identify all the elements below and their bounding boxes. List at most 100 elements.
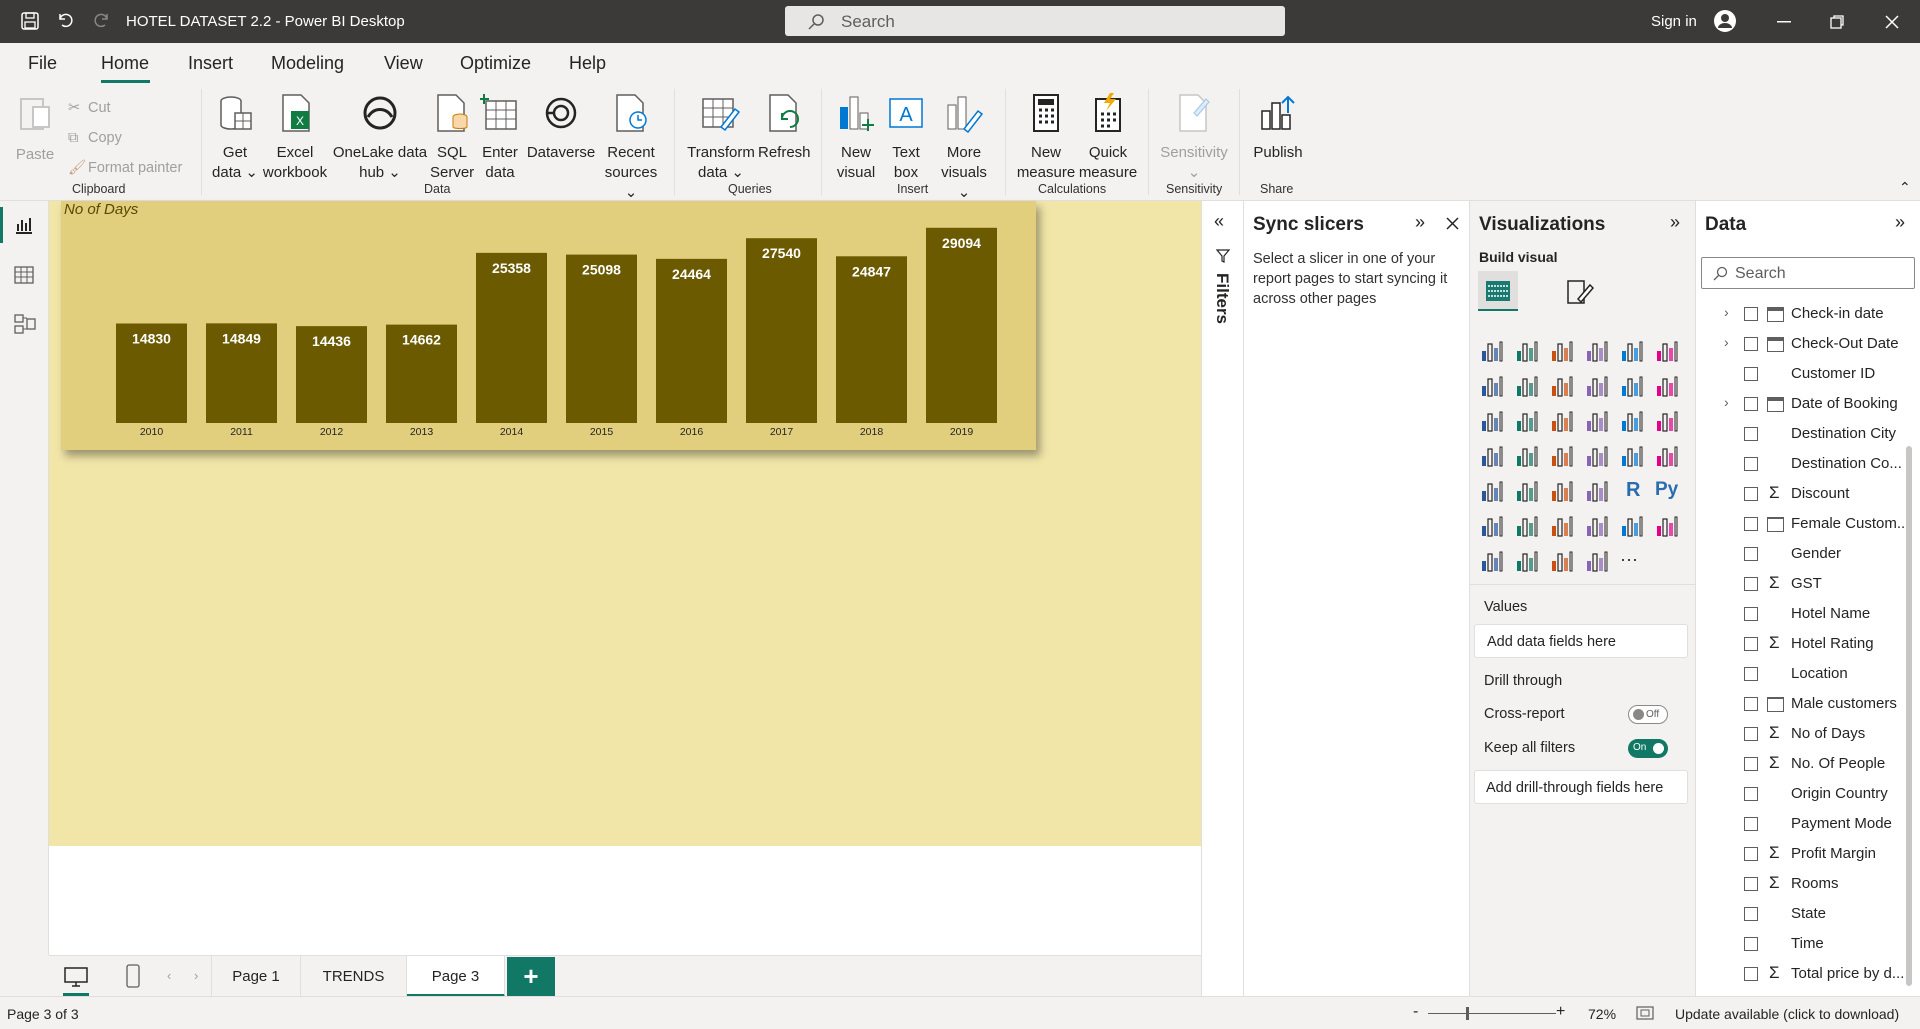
account-icon[interactable] [1713,9,1737,33]
menu-modeling[interactable]: Modeling [271,53,344,74]
key-influencers-icon[interactable] [1480,514,1506,540]
field-item[interactable]: Location [1696,659,1916,689]
bar-chart-visual[interactable]: No of Days 14830 2010 14849 2011 14436 2012 14… [61,201,1036,450]
field-item[interactable]: State [1696,899,1916,929]
zoom-level[interactable]: 72% [1588,1006,1616,1022]
100-column-icon[interactable] [1655,339,1681,365]
metrics-icon[interactable] [1620,514,1646,540]
field-checkbox[interactable] [1744,457,1758,471]
filled-map-icon[interactable] [1515,444,1541,470]
field-checkbox[interactable] [1744,397,1758,411]
line-column-icon[interactable] [1585,374,1611,400]
bar-2019[interactable] [926,227,997,423]
page-tab-trends[interactable]: TRENDS [301,956,407,997]
field-item[interactable]: Origin Country [1696,779,1916,809]
paste-button[interactable]: Paste [14,93,56,165]
desktop-layout-icon[interactable] [64,967,88,987]
field-checkbox[interactable] [1744,877,1758,891]
page-tab-page-1[interactable]: Page 1 [211,956,301,997]
line-icon[interactable] [1480,374,1506,400]
field-item[interactable]: Female Custom... [1696,509,1916,539]
field-item[interactable]: Time [1696,929,1916,959]
add-data-fields-well[interactable]: Add data fields here [1474,624,1688,658]
field-item[interactable]: › Date of Booking [1696,389,1916,419]
card-icon[interactable] [1620,444,1646,470]
field-checkbox[interactable] [1744,727,1758,741]
report-view-icon[interactable] [14,215,34,235]
menu-home[interactable]: Home [101,53,149,74]
100-bar-icon[interactable] [1620,339,1646,365]
smart-narrative-icon[interactable] [1585,514,1611,540]
add-drill-through-well[interactable]: Add drill-through fields here [1474,770,1688,804]
new-visual-button[interactable]: New visual [834,93,878,183]
sensitivity-button[interactable]: Sensitivity ⌄ [1158,93,1230,183]
treemap-icon[interactable] [1655,409,1681,435]
data-pane-scrollbar[interactable] [1906,446,1912,986]
undo-icon[interactable] [56,11,74,29]
expand-chevron-icon[interactable]: › [1724,394,1729,410]
field-item[interactable]: Destination Co... [1696,449,1916,479]
model-view-icon[interactable] [14,313,36,335]
waterfall-icon[interactable] [1480,409,1506,435]
quick-measure-button[interactable]: Quick measure [1078,93,1138,183]
text-box-button[interactable]: A Text box [884,93,928,183]
line-clustered-icon[interactable] [1620,374,1646,400]
field-checkbox[interactable] [1744,787,1758,801]
area-icon[interactable] [1515,374,1541,400]
close-sync-icon[interactable] [1446,217,1459,230]
field-checkbox[interactable] [1744,427,1758,441]
page-tab-page-3[interactable]: Page 3 [407,956,505,997]
field-item[interactable]: Male customers [1696,689,1916,719]
power-automate-icon[interactable] [1515,549,1541,575]
prev-page-icon[interactable]: ‹ [167,968,171,983]
expand-chevron-icon[interactable]: › [1724,304,1729,320]
pie-icon[interactable] [1585,409,1611,435]
more-visuals-button[interactable]: More visuals ⌄ [934,93,994,203]
format-painter-button[interactable]: 🖌 Format painter [68,153,182,183]
format-visual-icon[interactable] [1564,277,1594,307]
stacked-bar-icon[interactable] [1480,339,1506,365]
dataverse-button[interactable]: Dataverse [526,93,596,163]
azure-map-icon[interactable] [1550,444,1576,470]
collapse-sync-icon[interactable]: » [1415,212,1425,233]
python-visual-icon[interactable]: Py [1655,479,1681,505]
scatter-icon[interactable] [1550,409,1576,435]
table-icon[interactable] [1550,479,1576,505]
enter-data-button[interactable]: Enter data [478,93,522,183]
field-checkbox[interactable] [1744,937,1758,951]
field-item[interactable]: Hotel Name [1696,599,1916,629]
field-item[interactable]: › Check-Out Date [1696,329,1916,359]
menu-insert[interactable]: Insert [188,53,233,74]
multi-row-card-icon[interactable] [1655,444,1681,470]
recent-sources-button[interactable]: Recent sources ⌄ [600,93,662,203]
map-icon[interactable] [1480,444,1506,470]
more-icon[interactable]: ··· [1620,549,1646,575]
cross-report-toggle[interactable]: Off [1628,705,1668,724]
new-measure-button[interactable]: New measure [1016,93,1076,183]
kpi-icon[interactable] [1480,479,1506,505]
donut-icon[interactable] [1620,409,1646,435]
qa-icon[interactable] [1550,514,1576,540]
get-more-icon[interactable] [1550,549,1576,575]
zoom-out-icon[interactable]: - [1413,1003,1418,1021]
field-checkbox[interactable] [1744,847,1758,861]
build-visual-tab[interactable] [1478,271,1518,311]
update-available-link[interactable]: Update available (click to download) [1675,1006,1899,1022]
mobile-layout-icon[interactable] [126,964,140,988]
menu-optimize[interactable]: Optimize [460,53,531,74]
gauge-icon[interactable] [1585,444,1611,470]
zoom-slider-thumb[interactable] [1466,1007,1469,1020]
field-checkbox[interactable] [1744,667,1758,681]
ribbon-icon[interactable] [1655,374,1681,400]
sign-in-link[interactable]: Sign in [1651,13,1697,30]
menu-help[interactable]: Help [569,53,606,74]
field-item[interactable]: Σ Rooms [1696,869,1916,899]
field-item[interactable]: Σ Profit Margin [1696,839,1916,869]
table-view-icon[interactable] [14,265,34,285]
field-checkbox[interactable] [1744,637,1758,651]
bar-2017[interactable] [746,238,817,423]
collapse-data-icon[interactable]: » [1895,212,1905,233]
onelake-data-hub-button[interactable]: OneLake data hub ⌄ [332,93,428,183]
field-checkbox[interactable] [1744,757,1758,771]
field-checkbox[interactable] [1744,517,1758,531]
